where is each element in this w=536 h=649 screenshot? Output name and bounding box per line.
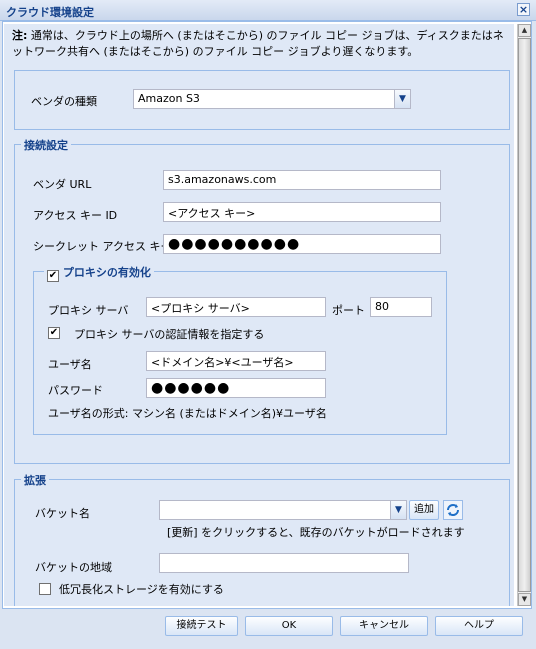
proxy-enable-checkbox[interactable]: ✔	[47, 270, 59, 282]
proxy-password-label: パスワード	[48, 384, 103, 397]
connection-settings-legend: 接続設定	[21, 137, 71, 153]
refresh-hint: [更新] をクリックすると、既存のバケットがロードされます	[167, 526, 465, 539]
bucket-region-label: バケットの地域	[35, 561, 112, 574]
proxy-enable-label: プロキシの有効化	[62, 266, 151, 279]
proxy-server-label: プロキシ サーバ	[48, 304, 129, 317]
bucket-region-input[interactable]	[159, 553, 409, 573]
vendor-url-label: ベンダ URL	[33, 178, 92, 191]
ok-button[interactable]: OK	[245, 616, 333, 636]
scroll-thumb[interactable]	[518, 38, 531, 592]
access-key-label: アクセス キー ID	[33, 209, 118, 222]
proxy-server-input[interactable]: <プロキシ サーバ>	[146, 297, 326, 317]
proxy-panel: ✔ プロキシの有効化 プロキシ サーバ <プロキシ サーバ> ポート 80 ✔ …	[33, 264, 447, 435]
cancel-button[interactable]: キャンセル	[340, 616, 428, 636]
close-button[interactable]: ×	[517, 3, 530, 16]
access-key-input[interactable]: <アクセス キー>	[163, 202, 441, 222]
vendor-dropdown-button[interactable]: ▼	[394, 89, 411, 109]
chevron-down-icon: ▼	[399, 94, 406, 104]
rrs-label: 低冗長化ストレージを有効にする	[59, 583, 224, 596]
extension-panel: 拡張 バケット名 ▼ 追加 [更新] をクリックすると、既存のバケットがロードさ…	[14, 472, 510, 606]
test-connection-button[interactable]: 接続テスト	[165, 616, 238, 636]
port-label: ポート	[332, 304, 365, 317]
proxy-auth-label: プロキシ サーバの認証情報を指定する	[74, 328, 265, 341]
bucket-dropdown-button[interactable]: ▼	[390, 500, 407, 520]
help-button[interactable]: ヘルプ	[435, 616, 523, 636]
proxy-password-input[interactable]: ●●●●●●	[146, 378, 326, 398]
note-prefix: 注:	[12, 29, 28, 42]
dialog-content: 注: 通常は、クラウド上の場所へ (またはそこから) のファイル コピー ジョブ…	[4, 24, 514, 606]
proxy-legend: ✔ プロキシの有効化	[44, 264, 154, 282]
secret-key-input[interactable]: ●●●●●●●●●●	[163, 234, 441, 254]
vertical-scrollbar[interactable]: ▲ ▼	[517, 24, 531, 606]
extension-legend: 拡張	[21, 472, 49, 488]
vendor-type-label: ベンダの種類	[31, 95, 97, 108]
secret-key-label: シークレット アクセス キー	[33, 240, 172, 253]
proxy-auth-checkbox[interactable]: ✔	[48, 327, 60, 339]
refresh-buckets-button[interactable]	[443, 500, 463, 520]
add-bucket-button[interactable]: 追加	[409, 500, 439, 520]
window-title: クラウド環境設定	[6, 6, 94, 19]
note-text: 通常は、クラウド上の場所へ (またはそこから) のファイル コピー ジョブは、デ…	[12, 29, 504, 58]
rrs-checkbox[interactable]	[39, 583, 51, 595]
username-format-hint: ユーザ名の形式: マシン名 (またはドメイン名)¥ユーザ名	[48, 407, 327, 420]
proxy-username-label: ユーザ名	[48, 358, 92, 371]
dialog-footer: 接続テスト OK キャンセル ヘルプ	[0, 610, 536, 649]
bucket-name-label: バケット名	[35, 507, 90, 520]
performance-note: 注: 通常は、クラウド上の場所へ (またはそこから) のファイル コピー ジョブ…	[12, 28, 508, 60]
chevron-down-icon: ▼	[395, 505, 402, 515]
refresh-icon	[447, 504, 459, 516]
vendor-type-select[interactable]: Amazon S3	[133, 89, 395, 109]
scroll-up-button[interactable]: ▲	[518, 24, 531, 37]
title-bar: クラウド環境設定 ×	[0, 0, 536, 21]
close-icon: ×	[518, 3, 529, 16]
vendor-panel: ベンダの種類 Amazon S3 ▼	[14, 70, 510, 130]
proxy-username-input[interactable]: <ドメイン名>¥<ユーザ名>	[146, 351, 326, 371]
port-input[interactable]: 80	[370, 297, 432, 317]
vendor-url-input[interactable]: s3.amazonaws.com	[163, 170, 441, 190]
scroll-down-button[interactable]: ▼	[518, 593, 531, 606]
bucket-name-input[interactable]	[159, 500, 391, 520]
connection-settings-panel: 接続設定 ベンダ URL s3.amazonaws.com アクセス キー ID…	[14, 137, 510, 464]
